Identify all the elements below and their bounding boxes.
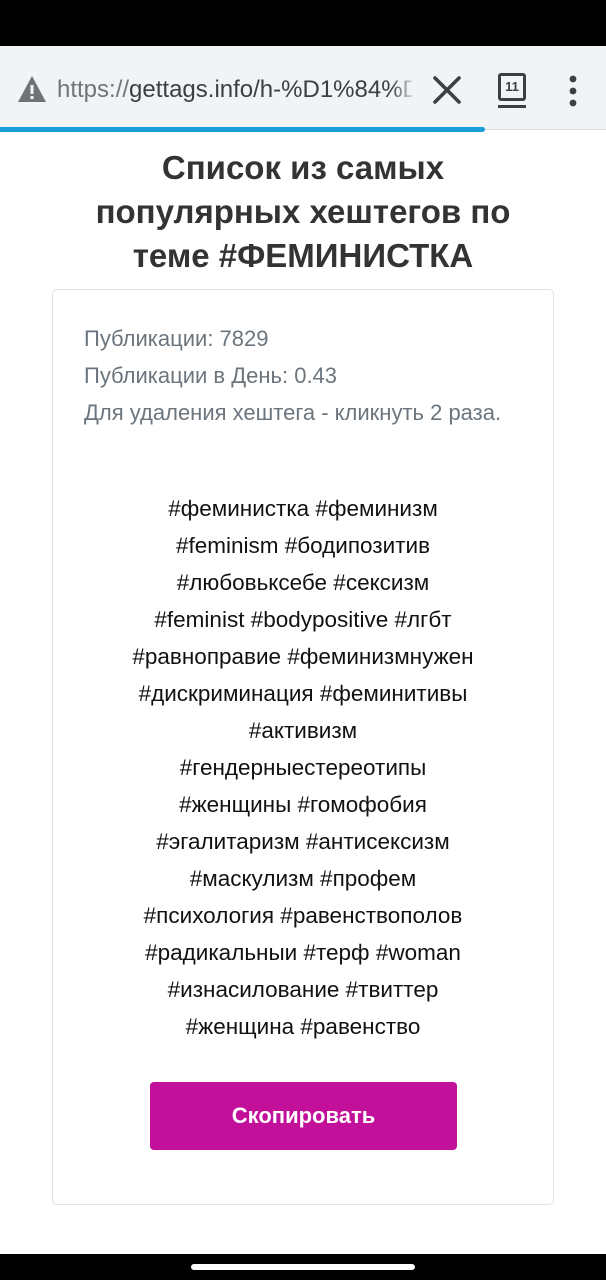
warning-triangle-icon[interactable] xyxy=(17,75,47,103)
hashtag-line[interactable]: #дискриминация #феминитивы xyxy=(83,675,523,712)
stats-block: Публикации: 7829 Публикации в День: 0.43… xyxy=(84,320,504,431)
url-field[interactable]: https://gettags.info/h-%D1%84%D0%B5 xyxy=(57,72,412,108)
hashtag-line[interactable]: #равноправие #феминизмнужен xyxy=(83,638,523,675)
navigation-bar xyxy=(0,1254,606,1280)
hashtag-line[interactable]: #гендерныестереотипы xyxy=(83,749,523,786)
posts-count: Публикации: 7829 xyxy=(84,326,269,351)
hashtag-line[interactable]: #женщина #равенство xyxy=(83,1008,523,1045)
url-domain-path: gettags.info/h-%D1%84%D0%B5 xyxy=(129,76,412,103)
hashtag-line[interactable]: #эгалитаризм #антисексизм xyxy=(83,823,523,860)
posts-per-day: Публикации в День: 0.43 xyxy=(84,363,338,388)
hashtag-line[interactable]: #любовьксебе #сексизм xyxy=(83,564,523,601)
url-fade-overlay xyxy=(392,68,416,112)
hashtag-card: Публикации: 7829 Публикации в День: 0.43… xyxy=(52,289,554,1205)
page-title: Список из самых популярных хештегов по т… xyxy=(95,149,511,274)
home-indicator[interactable] xyxy=(191,1264,415,1270)
hashtag-line[interactable]: #изнасилование #твиттер xyxy=(83,971,523,1008)
hashtag-line[interactable]: #женщины #гомофобия xyxy=(83,786,523,823)
remove-hint: Для удаления хештега - кликнуть 2 раза. xyxy=(84,400,502,425)
hashtag-line[interactable]: #feminist #bodypositive #лгбт xyxy=(83,601,523,638)
three-dot-menu-icon[interactable] xyxy=(560,74,586,108)
tab-count: 11 xyxy=(498,73,526,101)
hashtag-line[interactable]: #активизм xyxy=(83,712,523,749)
hashtag-line[interactable]: #feminism #бодипозитив xyxy=(83,527,523,564)
browser-toolbar: https://gettags.info/h-%D1%84%D0%B5 11 xyxy=(0,46,606,130)
hashtag-line[interactable]: #маскулизм #профем xyxy=(83,860,523,897)
page-content: Список из самых популярных хештегов по т… xyxy=(0,132,606,1254)
hashtag-list[interactable]: #феминистка #феминизм #feminism #бодипоз… xyxy=(83,490,523,1045)
hashtag-line[interactable]: #радикальныи #терф #woman xyxy=(83,934,523,971)
status-bar xyxy=(0,0,606,46)
hashtag-line[interactable]: #психология #равенствополов xyxy=(83,897,523,934)
close-icon[interactable] xyxy=(430,73,464,107)
tab-switcher-underline xyxy=(498,105,526,108)
copy-button[interactable]: Скопировать xyxy=(150,1082,457,1150)
tab-switcher-icon[interactable]: 11 xyxy=(495,71,531,111)
url-scheme: https:// xyxy=(57,76,130,103)
hashtag-line[interactable]: #феминистка #феминизм xyxy=(83,490,523,527)
